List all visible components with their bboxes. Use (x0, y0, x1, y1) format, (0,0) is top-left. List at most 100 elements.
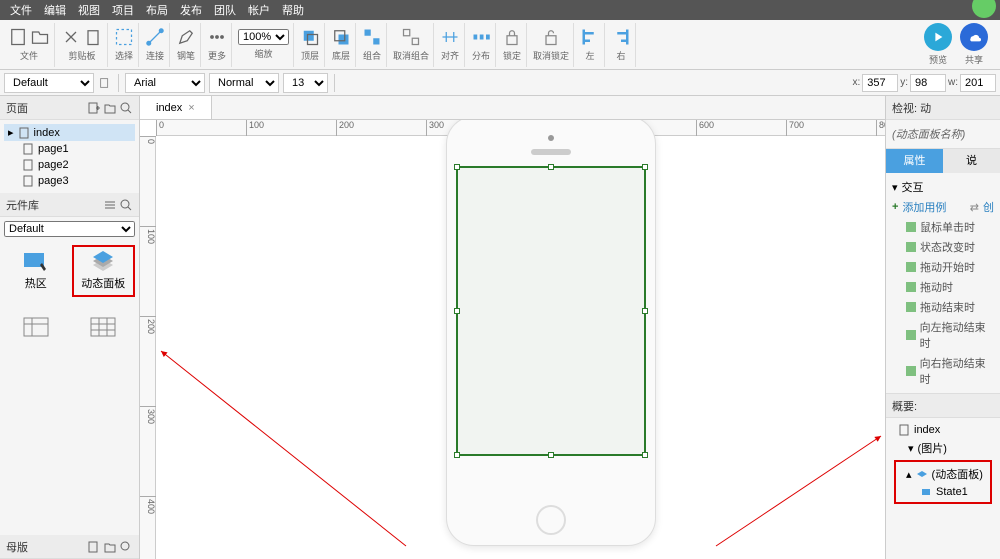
page-index[interactable]: ▸index (4, 124, 135, 141)
resize-handle[interactable] (642, 308, 648, 314)
widget-dynamic-panel[interactable]: 动态面板 (72, 245, 136, 297)
add-folder-icon[interactable] (103, 101, 117, 115)
event-drag-end[interactable]: 拖动结束时 (892, 297, 994, 317)
new-file-icon (8, 27, 28, 47)
style-select[interactable]: Default (4, 73, 94, 93)
inspector-panel: 检视: 动 (动态面板名称) 属性 说 ▾交互 +添加用例⇄创 鼠标单击时 状态… (885, 96, 1000, 559)
widget-grid2[interactable] (72, 301, 136, 353)
tb-zoom[interactable]: 100% 缩放 (234, 23, 294, 67)
menu-help[interactable]: 帮助 (276, 2, 310, 18)
canvas[interactable] (156, 136, 885, 559)
selected-dynamic-panel[interactable] (456, 166, 646, 456)
event-drag[interactable]: 拖动时 (892, 277, 994, 297)
event-state-change[interactable]: 状态改变时 (892, 237, 994, 257)
pen-icon (176, 27, 196, 47)
outline-state1[interactable]: State1 (898, 484, 988, 500)
tb-unlock[interactable]: 取消锁定 (529, 23, 574, 67)
menu-view[interactable]: 视图 (72, 2, 106, 18)
outline-dynamic-panel[interactable]: ▴(动态面板) (898, 464, 988, 484)
page-page2[interactable]: page2 (4, 157, 135, 173)
resize-handle[interactable] (642, 164, 648, 170)
tb-right[interactable]: 右 (607, 23, 636, 67)
menu-publish[interactable]: 发布 (174, 2, 208, 18)
add-page-icon[interactable] (87, 101, 101, 115)
menu-team[interactable]: 团队 (208, 2, 242, 18)
tb-file[interactable]: 文件 (4, 23, 55, 67)
align-icon (440, 27, 460, 47)
add-case-link[interactable]: 添加用例 (902, 199, 946, 215)
w-label: w: (948, 77, 958, 88)
tb-connect[interactable]: 连接 (141, 23, 170, 67)
search-icon[interactable] (119, 198, 133, 212)
tb-select[interactable]: 选择 (110, 23, 139, 67)
resize-handle[interactable] (548, 164, 554, 170)
left-panel: 页面 ▸index page1 page2 page3 元件库 Default … (0, 96, 140, 559)
event-drag-start[interactable]: 拖动开始时 (892, 257, 994, 277)
ungroup-icon (401, 27, 421, 47)
add-folder-icon[interactable] (103, 540, 117, 554)
outline-tree: index ▾(图片) ▴(动态面板) State1 (886, 418, 1000, 559)
event-icon (906, 242, 916, 252)
user-avatar[interactable] (972, 0, 996, 18)
preview-button[interactable] (924, 23, 952, 51)
resize-handle[interactable] (454, 452, 460, 458)
size-select[interactable]: 13 (283, 73, 328, 93)
zoom-select[interactable]: 100% (238, 29, 289, 45)
w-input[interactable] (960, 74, 996, 92)
library-select[interactable]: Default (4, 221, 135, 237)
outline-root[interactable]: index (890, 422, 996, 438)
menu-account[interactable]: 帐户 (242, 2, 276, 18)
tb-align[interactable]: 对齐 (436, 23, 465, 67)
menu-file[interactable]: 文件 (4, 2, 38, 18)
tb-front[interactable]: 顶层 (296, 23, 325, 67)
tb-left[interactable]: 左 (576, 23, 605, 67)
tb-pen[interactable]: 钢笔 (172, 23, 201, 67)
page-icon (18, 127, 30, 139)
menu-icon[interactable] (103, 198, 117, 212)
tb-ungroup[interactable]: 取消组合 (389, 23, 434, 67)
resize-handle[interactable] (642, 452, 648, 458)
x-label: x: (852, 77, 860, 88)
outline-image[interactable]: ▾(图片) (890, 438, 996, 458)
page-icon (22, 143, 34, 155)
search-icon[interactable] (119, 540, 133, 554)
font-select[interactable]: Arial (125, 73, 205, 93)
event-swipe-left[interactable]: 向左拖动结束时 (892, 317, 994, 353)
y-input[interactable] (910, 74, 946, 92)
tb-clipboard[interactable]: 剪贴板 (57, 23, 108, 67)
menu-edit[interactable]: 编辑 (38, 2, 72, 18)
widget-hotspot[interactable]: 热区 (4, 245, 68, 297)
tab-index[interactable]: index× (140, 96, 212, 119)
tab-notes[interactable]: 说 (943, 149, 1000, 173)
play-icon (931, 30, 945, 44)
widget-name-field[interactable]: (动态面板名称) (886, 120, 1000, 149)
x-input[interactable] (862, 74, 898, 92)
search-icon[interactable] (119, 101, 133, 115)
interactions-header[interactable]: ▾交互 (892, 177, 994, 197)
widget-grid1[interactable] (4, 301, 68, 353)
resize-handle[interactable] (454, 164, 460, 170)
tb-lock[interactable]: 锁定 (498, 23, 527, 67)
menu-layout[interactable]: 布局 (140, 2, 174, 18)
add-master-icon[interactable] (87, 540, 101, 554)
close-icon[interactable]: × (188, 102, 194, 114)
menu-project[interactable]: 项目 (106, 2, 140, 18)
copy-style-icon[interactable] (98, 76, 112, 90)
menubar: 文件 编辑 视图 项目 布局 发布 团队 帐户 帮助 (0, 0, 1000, 20)
page-page3[interactable]: page3 (4, 173, 135, 189)
tb-back[interactable]: 底层 (327, 23, 356, 67)
tb-more[interactable]: 更多 (203, 23, 232, 67)
repeater-icon (89, 316, 117, 338)
resize-handle[interactable] (548, 452, 554, 458)
page-page1[interactable]: page1 (4, 141, 135, 157)
resize-handle[interactable] (454, 308, 460, 314)
tab-properties[interactable]: 属性 (886, 149, 943, 173)
create-link[interactable]: 创 (983, 199, 994, 215)
share-button[interactable] (960, 23, 988, 51)
weight-select[interactable]: Normal (209, 73, 279, 93)
main-toolbar: 文件 剪贴板 选择 连接 钢笔 更多 100% 缩放 顶层 底层 组合 取消组合… (0, 20, 1000, 70)
tb-distribute[interactable]: 分布 (467, 23, 496, 67)
event-click[interactable]: 鼠标单击时 (892, 217, 994, 237)
event-swipe-right[interactable]: 向右拖动结束时 (892, 353, 994, 389)
tb-group[interactable]: 组合 (358, 23, 387, 67)
